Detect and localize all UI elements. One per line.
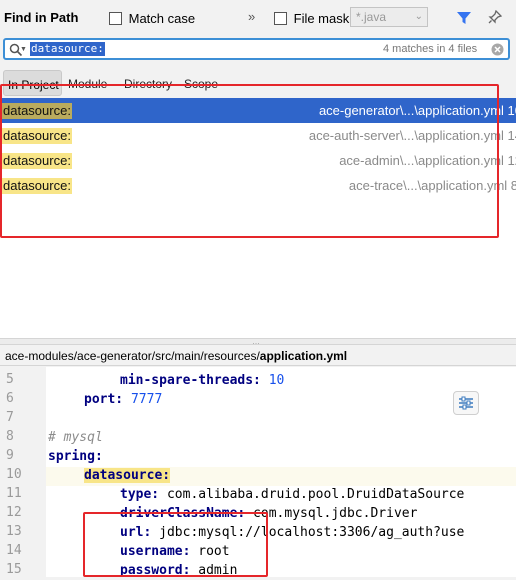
code-line: port: 7777 — [84, 390, 162, 409]
dropdown-arrow-icon[interactable]: ▼ — [20, 46, 27, 53]
result-path: ace-admin\...\application.yml 12 — [339, 153, 516, 168]
code-line: driverClassName: com.mysql.jdbc.Driver — [120, 504, 417, 523]
yaml-key: driverClassName: — [120, 506, 246, 521]
yaml-value: 10 — [260, 373, 285, 388]
chevron-down-icon: ⌄ — [414, 11, 423, 22]
breadcrumb-path: ace-modules/ace-generator/src/main/resou… — [5, 349, 260, 363]
match-text: datasource: — [2, 103, 72, 119]
line-number: 8 — [6, 429, 14, 444]
code-line: spring: — [48, 447, 103, 466]
result-row[interactable]: datasource: ace-generator\...\applicatio… — [0, 98, 516, 123]
yaml-comment: # mysql — [48, 430, 103, 445]
tab-scope[interactable]: Scope — [184, 77, 218, 91]
reader-mode-button[interactable] — [453, 391, 479, 415]
line-number: 13 — [6, 524, 22, 539]
result-row[interactable]: datasource: ace-admin\...\application.ym… — [0, 148, 516, 173]
file-mask-checkbox[interactable]: File mask: — [274, 10, 353, 26]
code-line: password: admin — [120, 561, 237, 580]
match-text: datasource: — [2, 128, 72, 144]
file-mask-value: *.java — [356, 10, 387, 24]
result-path: ace-generator\...\application.yml 10 — [318, 103, 516, 118]
yaml-value: com.alibaba.druid.pool.DruidDataSource — [159, 487, 465, 502]
line-number: 14 — [6, 543, 22, 558]
match-case-label: Match case — [128, 11, 196, 27]
yaml-key: type: — [120, 487, 160, 502]
results-list: datasource: ace-generator\...\applicatio… — [0, 98, 516, 338]
pin-icon[interactable] — [488, 10, 502, 24]
line-number: 12 — [6, 505, 22, 520]
breadcrumb: ace-modules/ace-generator/src/main/resou… — [0, 344, 516, 366]
yaml-value: admin — [190, 563, 238, 578]
clear-search-icon[interactable] — [490, 42, 505, 57]
code-line: url: jdbc:mysql://localhost:3306/ag_auth… — [120, 523, 464, 542]
line-number: 15 — [6, 562, 22, 577]
yaml-key: password: — [120, 563, 191, 578]
file-mask-label: File mask: — [293, 11, 353, 27]
checkbox-box[interactable] — [109, 12, 122, 26]
code-line: username: root — [120, 542, 230, 561]
dialog-title: Find in Path — [4, 10, 79, 25]
code-line: min-spare-threads: 10 — [120, 371, 284, 390]
yaml-key: url: — [120, 525, 152, 540]
tab-directory[interactable]: Directory — [124, 77, 172, 91]
search-input[interactable]: ▼ datasource: 4 matches in 4 files — [3, 38, 510, 60]
yaml-key: min-spare-threads: — [120, 373, 261, 388]
line-number: 11 — [6, 486, 22, 501]
result-row[interactable]: datasource: ace-trace\...\application.ym… — [0, 173, 516, 198]
code-preview[interactable]: 5 6 7 8 9 10 11 12 13 14 15 min-spare-th… — [0, 367, 516, 580]
match-count: 4 matches in 4 files — [383, 43, 478, 55]
line-number: 7 — [6, 410, 14, 425]
breadcrumb-file: application.yml — [259, 349, 348, 363]
find-dialog-header: Find in Path Match case » File mask: *.j… — [0, 0, 516, 36]
match-case-checkbox[interactable]: Match case — [109, 10, 195, 26]
search-query[interactable]: datasource: — [30, 42, 105, 56]
checkbox-box[interactable] — [274, 12, 287, 26]
match-text: datasource: — [2, 153, 72, 169]
result-path: ace-auth-server\...\application.yml 14 — [308, 128, 516, 143]
tab-module[interactable]: Module — [68, 77, 107, 91]
tab-in-project[interactable]: In Project — [3, 70, 62, 96]
line-number: 9 — [6, 448, 14, 463]
yaml-value: root — [190, 544, 230, 559]
filter-icon[interactable] — [456, 10, 472, 26]
more-options-icon[interactable]: » — [248, 9, 255, 24]
result-path: ace-trace\...\application.yml 8 — [348, 178, 516, 193]
yaml-key: spring: — [48, 449, 103, 464]
tab-label: In Project — [8, 78, 59, 92]
yaml-value: 7777 — [123, 392, 163, 407]
yaml-key: port: — [84, 392, 124, 407]
line-number: 6 — [6, 391, 14, 406]
yaml-key: username: — [120, 544, 191, 559]
file-mask-dropdown[interactable]: *.java ⌄ — [350, 7, 428, 27]
scope-tabs: In Project Module Directory Scope — [0, 68, 516, 98]
match-text: datasource: — [2, 178, 72, 194]
settings-sliders-icon — [459, 396, 473, 410]
line-number: 10 — [6, 467, 22, 482]
yaml-key-match: datasource: — [84, 468, 171, 483]
code-line: # mysql — [48, 428, 103, 447]
yaml-value: com.mysql.jdbc.Driver — [245, 506, 418, 521]
yaml-value: jdbc:mysql://localhost:3306/ag_auth?use — [151, 525, 465, 540]
result-row[interactable]: datasource: ace-auth-server\...\applicat… — [0, 123, 516, 148]
code-line: type: com.alibaba.druid.pool.DruidDataSo… — [120, 485, 464, 504]
code-line: datasource: — [84, 466, 171, 485]
line-number: 5 — [6, 372, 14, 387]
